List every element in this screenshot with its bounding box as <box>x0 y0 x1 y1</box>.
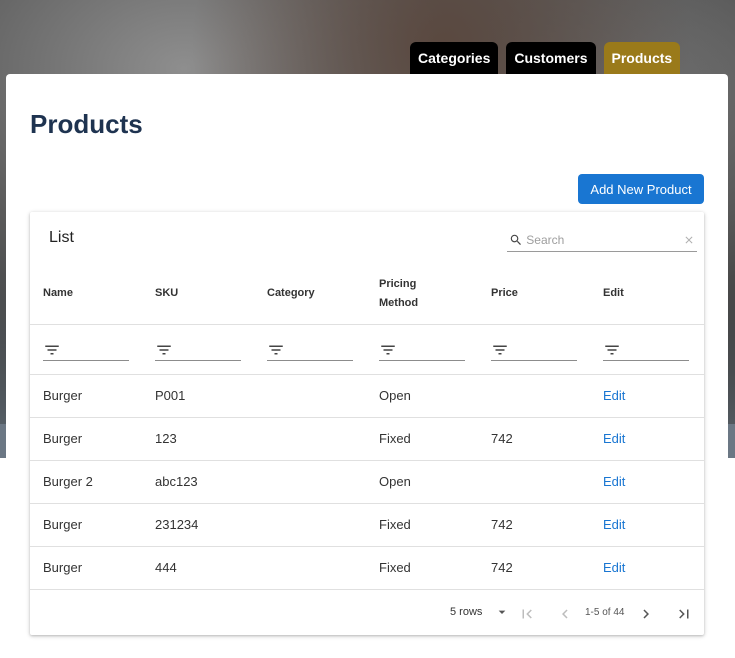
pagination-bar: 5 rows 1-5 of 44 <box>30 592 704 635</box>
products-table: Name SKU Category Pricing Method Price E… <box>30 264 704 590</box>
last-page-icon[interactable] <box>672 602 696 626</box>
cell-pricing-method: Fixed <box>366 503 478 547</box>
column-header-category[interactable]: Category <box>254 264 366 325</box>
cell-edit: Edit <box>590 417 704 461</box>
clear-search-icon[interactable] <box>681 230 697 250</box>
column-header-pricing-method[interactable]: Pricing Method <box>366 264 478 325</box>
table-row: Burger 444 Fixed 742 Edit <box>30 546 704 590</box>
add-new-product-button[interactable]: Add New Product <box>578 174 704 204</box>
filter-cell <box>254 324 366 375</box>
chevron-down-icon <box>499 610 506 614</box>
cell-price: 742 <box>478 546 590 590</box>
rows-per-page-value: 5 rows <box>450 606 483 618</box>
cell-price: 742 <box>478 417 590 461</box>
cell-price <box>478 460 590 504</box>
cell-pricing-method: Fixed <box>366 546 478 590</box>
table-row: Burger 2 abc123 Open Edit <box>30 460 704 504</box>
column-header-edit: Edit <box>590 264 704 325</box>
cell-sku: 231234 <box>142 503 254 547</box>
cell-price: 742 <box>478 503 590 547</box>
filter-icon <box>157 345 171 354</box>
cell-category <box>254 460 366 504</box>
cell-name: Burger <box>30 546 142 590</box>
cell-name: Burger <box>30 503 142 547</box>
edit-link[interactable]: Edit <box>603 388 625 403</box>
filter-input-edit[interactable] <box>603 339 689 361</box>
filter-icon <box>269 345 283 354</box>
edit-link[interactable]: Edit <box>603 431 625 446</box>
cell-name: Burger 2 <box>30 460 142 504</box>
cell-sku: P001 <box>142 374 254 418</box>
cell-edit: Edit <box>590 460 704 504</box>
top-nav: Categories Customers Products <box>410 42 681 74</box>
product-list-panel: List Name SKU Category Pricin <box>30 212 704 635</box>
filter-icon <box>605 345 619 354</box>
table-row: Burger 123 Fixed 742 Edit <box>30 417 704 461</box>
filter-cell <box>590 324 704 375</box>
column-header-sku[interactable]: SKU <box>142 264 254 325</box>
table-row: Burger 231234 Fixed 742 Edit <box>30 503 704 547</box>
rows-per-page-select[interactable]: 5 rows <box>450 604 510 620</box>
first-page-icon[interactable] <box>515 602 539 626</box>
filter-icon <box>493 345 507 354</box>
filter-cell <box>478 324 590 375</box>
cell-sku: 444 <box>142 546 254 590</box>
cell-name: Burger <box>30 374 142 418</box>
cell-edit: Edit <box>590 503 704 547</box>
filter-input-category[interactable] <box>267 339 353 361</box>
cell-sku: 123 <box>142 417 254 461</box>
search-icon <box>507 230 524 250</box>
content-card: Products Add New Product List Name <box>6 74 728 658</box>
filter-input-sku[interactable] <box>155 339 241 361</box>
list-title: List <box>49 229 74 246</box>
filter-cell <box>366 324 478 375</box>
filter-row <box>30 324 704 375</box>
pagination-range: 1-5 of 44 <box>585 607 625 618</box>
cell-category <box>254 374 366 418</box>
filter-cell <box>142 324 254 375</box>
cell-price <box>478 374 590 418</box>
table-header-row: Name SKU Category Pricing Method Price E… <box>30 264 704 325</box>
filter-icon <box>381 345 395 354</box>
filter-input-price[interactable] <box>491 339 577 361</box>
column-header-price[interactable]: Price <box>478 264 590 325</box>
search-input[interactable] <box>524 232 682 247</box>
cell-edit: Edit <box>590 374 704 418</box>
cell-category <box>254 546 366 590</box>
edit-link[interactable]: Edit <box>603 560 625 575</box>
previous-page-icon[interactable] <box>553 602 577 626</box>
cell-name: Burger <box>30 417 142 461</box>
edit-link[interactable]: Edit <box>603 517 625 532</box>
table-row: Burger P001 Open Edit <box>30 374 704 418</box>
cell-pricing-method: Open <box>366 460 478 504</box>
filter-input-name[interactable] <box>43 339 129 361</box>
nav-tab-customers[interactable]: Customers <box>506 42 596 74</box>
column-header-name[interactable]: Name <box>30 264 142 325</box>
cell-pricing-method: Fixed <box>366 417 478 461</box>
pricing-method-label: Pricing Method <box>379 277 419 309</box>
edit-link[interactable]: Edit <box>603 474 625 489</box>
nav-tab-categories[interactable]: Categories <box>410 42 499 74</box>
nav-tab-products[interactable]: Products <box>603 42 681 74</box>
cell-pricing-method: Open <box>366 374 478 418</box>
list-toolbar: List <box>30 212 704 264</box>
filter-icon <box>45 345 59 354</box>
page-title: Products <box>30 109 143 139</box>
cell-category <box>254 417 366 461</box>
filter-cell <box>30 324 142 375</box>
cell-category <box>254 503 366 547</box>
cell-edit: Edit <box>590 546 704 590</box>
cell-sku: abc123 <box>142 460 254 504</box>
next-page-icon[interactable] <box>634 602 658 626</box>
search-field <box>507 228 697 252</box>
filter-input-pricing-method[interactable] <box>379 339 465 361</box>
